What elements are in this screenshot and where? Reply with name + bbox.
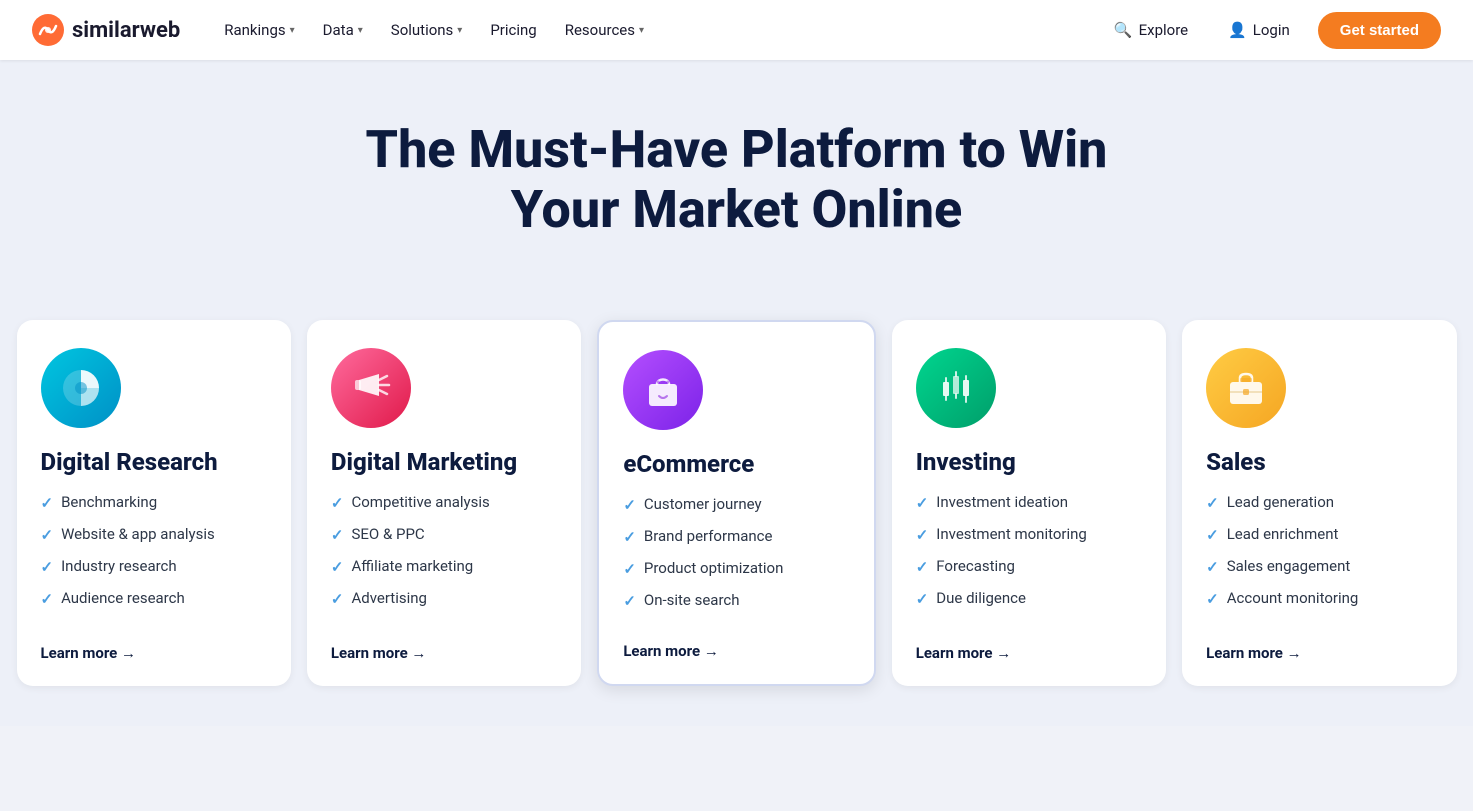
check-icon: ✓ [916,589,929,610]
list-item: ✓Forecasting [916,556,1142,578]
list-item: ✓Benchmarking [41,492,267,514]
card-list-digital-marketing: ✓Competitive analysis ✓SEO & PPC ✓Affili… [331,492,557,624]
logo[interactable]: similarweb [32,14,180,46]
nav-item-rankings[interactable]: Rankings ▾ [212,13,306,47]
briefcase-icon [1224,366,1268,410]
list-item: ✓SEO & PPC [331,524,557,546]
pie-chart-icon [59,366,103,410]
check-icon: ✓ [916,493,929,514]
list-item: ✓Competitive analysis [331,492,557,514]
card-investing: Investing ✓Investment ideation ✓Investme… [892,320,1166,687]
check-icon: ✓ [1206,493,1219,514]
list-item: ✓Investment ideation [916,492,1142,514]
check-icon: ✓ [623,495,636,516]
list-item: ✓On-site search [623,590,849,612]
card-icon-digital-research [41,348,121,428]
list-item: ✓Industry research [41,556,267,578]
list-item: ✓Customer journey [623,494,849,516]
card-icon-sales [1206,348,1286,428]
megaphone-icon [349,366,393,410]
card-title-investing: Investing [916,448,1142,477]
get-started-button[interactable]: Get started [1318,12,1441,49]
list-item: ✓Lead generation [1206,492,1432,514]
learn-more-sales[interactable]: Learn more → [1206,644,1432,662]
list-item: ✓Account monitoring [1206,588,1432,610]
list-item: ✓Advertising [331,588,557,610]
check-icon: ✓ [331,589,344,610]
logo-icon [32,14,64,46]
cards-section: Digital Research ✓Benchmarking ✓Website … [0,320,1473,727]
nav-login[interactable]: 👤 Login [1216,13,1302,47]
check-icon: ✓ [1206,557,1219,578]
check-icon: ✓ [41,557,54,578]
check-icon: ✓ [331,493,344,514]
check-icon: ✓ [1206,589,1219,610]
check-icon: ✓ [623,559,636,580]
search-icon: 🔍 [1114,21,1133,39]
check-icon: ✓ [41,525,54,546]
card-list-digital-research: ✓Benchmarking ✓Website & app analysis ✓I… [41,492,267,624]
card-digital-research: Digital Research ✓Benchmarking ✓Website … [17,320,291,687]
check-icon: ✓ [623,527,636,548]
list-item: ✓Due diligence [916,588,1142,610]
card-list-sales: ✓Lead generation ✓Lead enrichment ✓Sales… [1206,492,1432,624]
learn-more-ecommerce[interactable]: Learn more → [623,642,849,660]
list-item: ✓Audience research [41,588,267,610]
nav-links: Rankings ▾ Data ▾ Solutions ▾ Pricing Re… [212,13,1070,47]
hero-section: The Must-Have Platform to Win Your Marke… [0,60,1473,320]
list-item: ✓Lead enrichment [1206,524,1432,546]
card-list-investing: ✓Investment ideation ✓Investment monitor… [916,492,1142,624]
learn-more-digital-marketing[interactable]: Learn more → [331,644,557,662]
chevron-down-icon: ▾ [290,25,295,36]
card-title-sales: Sales [1206,448,1432,477]
check-icon: ✓ [916,525,929,546]
check-icon: ✓ [623,591,636,612]
nav-item-data[interactable]: Data ▾ [311,13,375,47]
check-icon: ✓ [331,557,344,578]
shopping-bag-icon [641,368,685,412]
card-list-ecommerce: ✓Customer journey ✓Brand performance ✓Pr… [623,494,849,622]
card-ecommerce: eCommerce ✓Customer journey ✓Brand perfo… [597,320,875,687]
check-icon: ✓ [1206,525,1219,546]
user-icon: 👤 [1228,21,1247,39]
card-sales: Sales ✓Lead generation ✓Lead enrichment … [1182,320,1456,687]
main-nav: similarweb Rankings ▾ Data ▾ Solutions ▾… [0,0,1473,60]
learn-more-digital-research[interactable]: Learn more → [41,644,267,662]
card-icon-digital-marketing [331,348,411,428]
nav-item-solutions[interactable]: Solutions ▾ [379,13,475,47]
list-item: ✓Website & app analysis [41,524,267,546]
card-title-digital-research: Digital Research [41,448,267,477]
card-icon-investing [916,348,996,428]
nav-item-pricing[interactable]: Pricing [478,13,548,47]
check-icon: ✓ [916,557,929,578]
chevron-down-icon: ▾ [639,25,644,36]
learn-more-investing[interactable]: Learn more → [916,644,1142,662]
chevron-down-icon: ▾ [457,25,462,36]
check-icon: ✓ [41,589,54,610]
check-icon: ✓ [41,493,54,514]
card-icon-ecommerce [623,350,703,430]
card-title-digital-marketing: Digital Marketing [331,448,557,477]
nav-explore[interactable]: 🔍 Explore [1102,13,1200,47]
logo-text: similarweb [72,18,180,43]
list-item: ✓Brand performance [623,526,849,548]
candlestick-icon [934,366,978,410]
card-digital-marketing: Digital Marketing ✓Competitive analysis … [307,320,581,687]
list-item: ✓Product optimization [623,558,849,580]
list-item: ✓Investment monitoring [916,524,1142,546]
chevron-down-icon: ▾ [358,25,363,36]
list-item: ✓Affiliate marketing [331,556,557,578]
cards-container: Digital Research ✓Benchmarking ✓Website … [17,320,1457,687]
list-item: ✓Sales engagement [1206,556,1432,578]
nav-item-resources[interactable]: Resources ▾ [553,13,656,47]
check-icon: ✓ [331,525,344,546]
card-title-ecommerce: eCommerce [623,450,849,479]
nav-right: 🔍 Explore 👤 Login Get started [1102,12,1441,49]
hero-title: The Must-Have Platform to Win Your Marke… [337,120,1137,240]
